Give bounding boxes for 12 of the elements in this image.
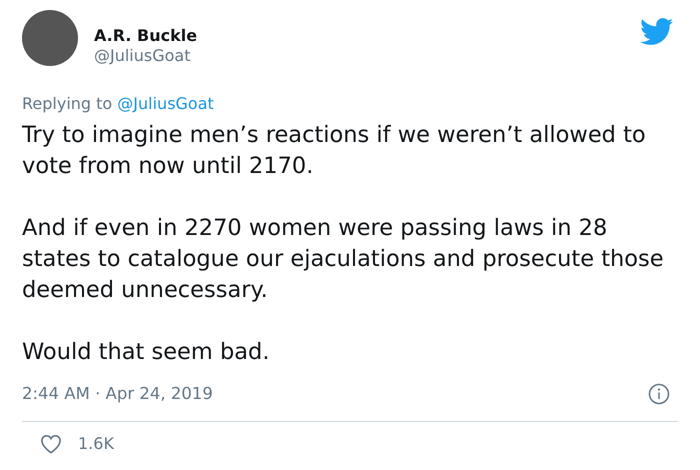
tweet-paragraph: And if even in 2270 women were passing laws in 28 states to catalogue our ejaculations and prosecute those deemed unnecessary. <box>22 214 665 305</box>
reply-handle-link[interactable]: @JuliusGoat <box>117 94 214 113</box>
tweet-paragraph: Would that seem bad. <box>22 338 270 367</box>
like-count: 1.6K <box>78 432 114 455</box>
timestamp[interactable]: 2:44 AM · Apr 24, 2019 <box>22 382 213 407</box>
tweet-paragraph: Try to imagine men’s reactions if we weren’t allowed to vote from now until 2170. <box>22 121 647 181</box>
replying-to-text: Replying to @JuliusGoat <box>22 93 215 115</box>
author-handle[interactable]: @JuliusGoat <box>94 46 640 66</box>
info-icon[interactable] <box>648 383 670 406</box>
heart-icon[interactable] <box>40 434 62 454</box>
author-name[interactable]: A.R. Buckle <box>94 26 640 46</box>
bird-icon[interactable] <box>640 18 674 46</box>
